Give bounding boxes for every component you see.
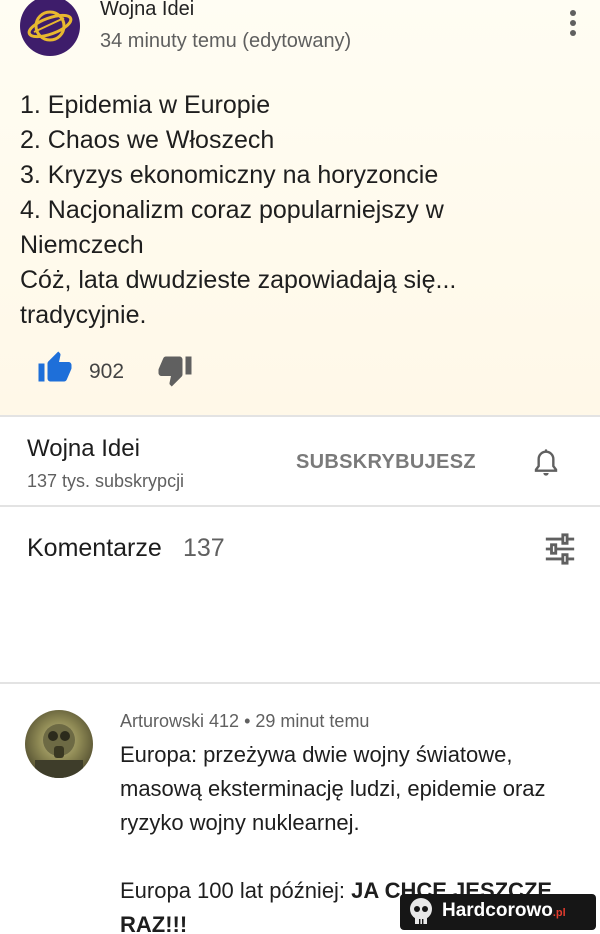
gas-mask-avatar-icon	[35, 724, 83, 778]
thumb-up-icon[interactable]	[36, 350, 74, 386]
like-bar: 902	[36, 348, 276, 392]
divider	[0, 505, 600, 507]
like-count: 902	[89, 360, 125, 383]
skull-icon	[410, 898, 432, 924]
comment-line-emphasis: RAZ!!!	[120, 912, 188, 934]
post-channel-name[interactable]: Wojna Idei	[100, 0, 194, 21]
more-vert-icon[interactable]	[566, 10, 580, 40]
comment-meta: Arturowski 412 • 29 minut temu	[120, 711, 369, 732]
post-line: 2. Chaos we Włoszech	[20, 126, 275, 154]
comment-author-avatar[interactable]	[25, 710, 93, 778]
comment-line-prefix: Europa 100 lat później:	[120, 878, 352, 903]
bell-icon[interactable]	[530, 445, 562, 481]
watermark-brand: Hardcorowo	[442, 900, 553, 921]
planet-logo-icon	[27, 10, 73, 42]
comment-line: masową eksterminację ludzi, epidemie ora…	[120, 776, 546, 801]
subscribed-button[interactable]: SUBSKRYBUJESZ	[296, 451, 476, 474]
post-line: 4. Nacjonalizm coraz popularniejszy w	[20, 196, 444, 224]
post-line: 1. Epidemia w Europie	[20, 91, 271, 119]
comments-count: 137	[183, 534, 225, 562]
divider	[0, 415, 600, 417]
comment-gap	[120, 840, 590, 874]
subscription-channel-name[interactable]: Wojna Idei	[27, 435, 140, 463]
subscriber-count: 137 tys. subskrypcji	[27, 471, 185, 491]
channel-avatar[interactable]	[20, 0, 80, 56]
meta-separator: •	[244, 711, 256, 731]
thumb-down-icon[interactable]	[156, 352, 194, 388]
watermark-badge: Hardcorowo.pl	[400, 894, 596, 930]
post-line: tradycyjnie.	[20, 301, 147, 329]
comment-time: 29 minut temu	[255, 711, 370, 731]
comment-line: ryzyko wojny nuklearnej.	[120, 810, 360, 835]
watermark-text: Hardcorowo.pl	[442, 900, 566, 922]
comment-line: Europa: przeżywa dwie wojny światowe,	[120, 742, 513, 767]
post-line: Niemczech	[20, 231, 144, 259]
post-text: 1. Epidemia w Europie 2. Chaos we Włosze…	[20, 88, 580, 333]
comments-title: Komentarze	[27, 534, 162, 562]
comment-author[interactable]: Arturowski 412	[120, 711, 239, 731]
post-line: 3. Kryzys ekonomiczny na horyzoncie	[20, 161, 439, 189]
sort-icon[interactable]	[543, 532, 577, 566]
watermark-suffix: .pl	[552, 907, 566, 919]
community-post: Wojna Idei 34 minuty temu (edytowany) 1.…	[0, 0, 600, 415]
divider	[0, 682, 600, 684]
post-timestamp: 34 minuty temu (edytowany)	[100, 30, 352, 52]
post-line: Cóż, lata dwudzieste zapowiadają się...	[20, 266, 457, 294]
